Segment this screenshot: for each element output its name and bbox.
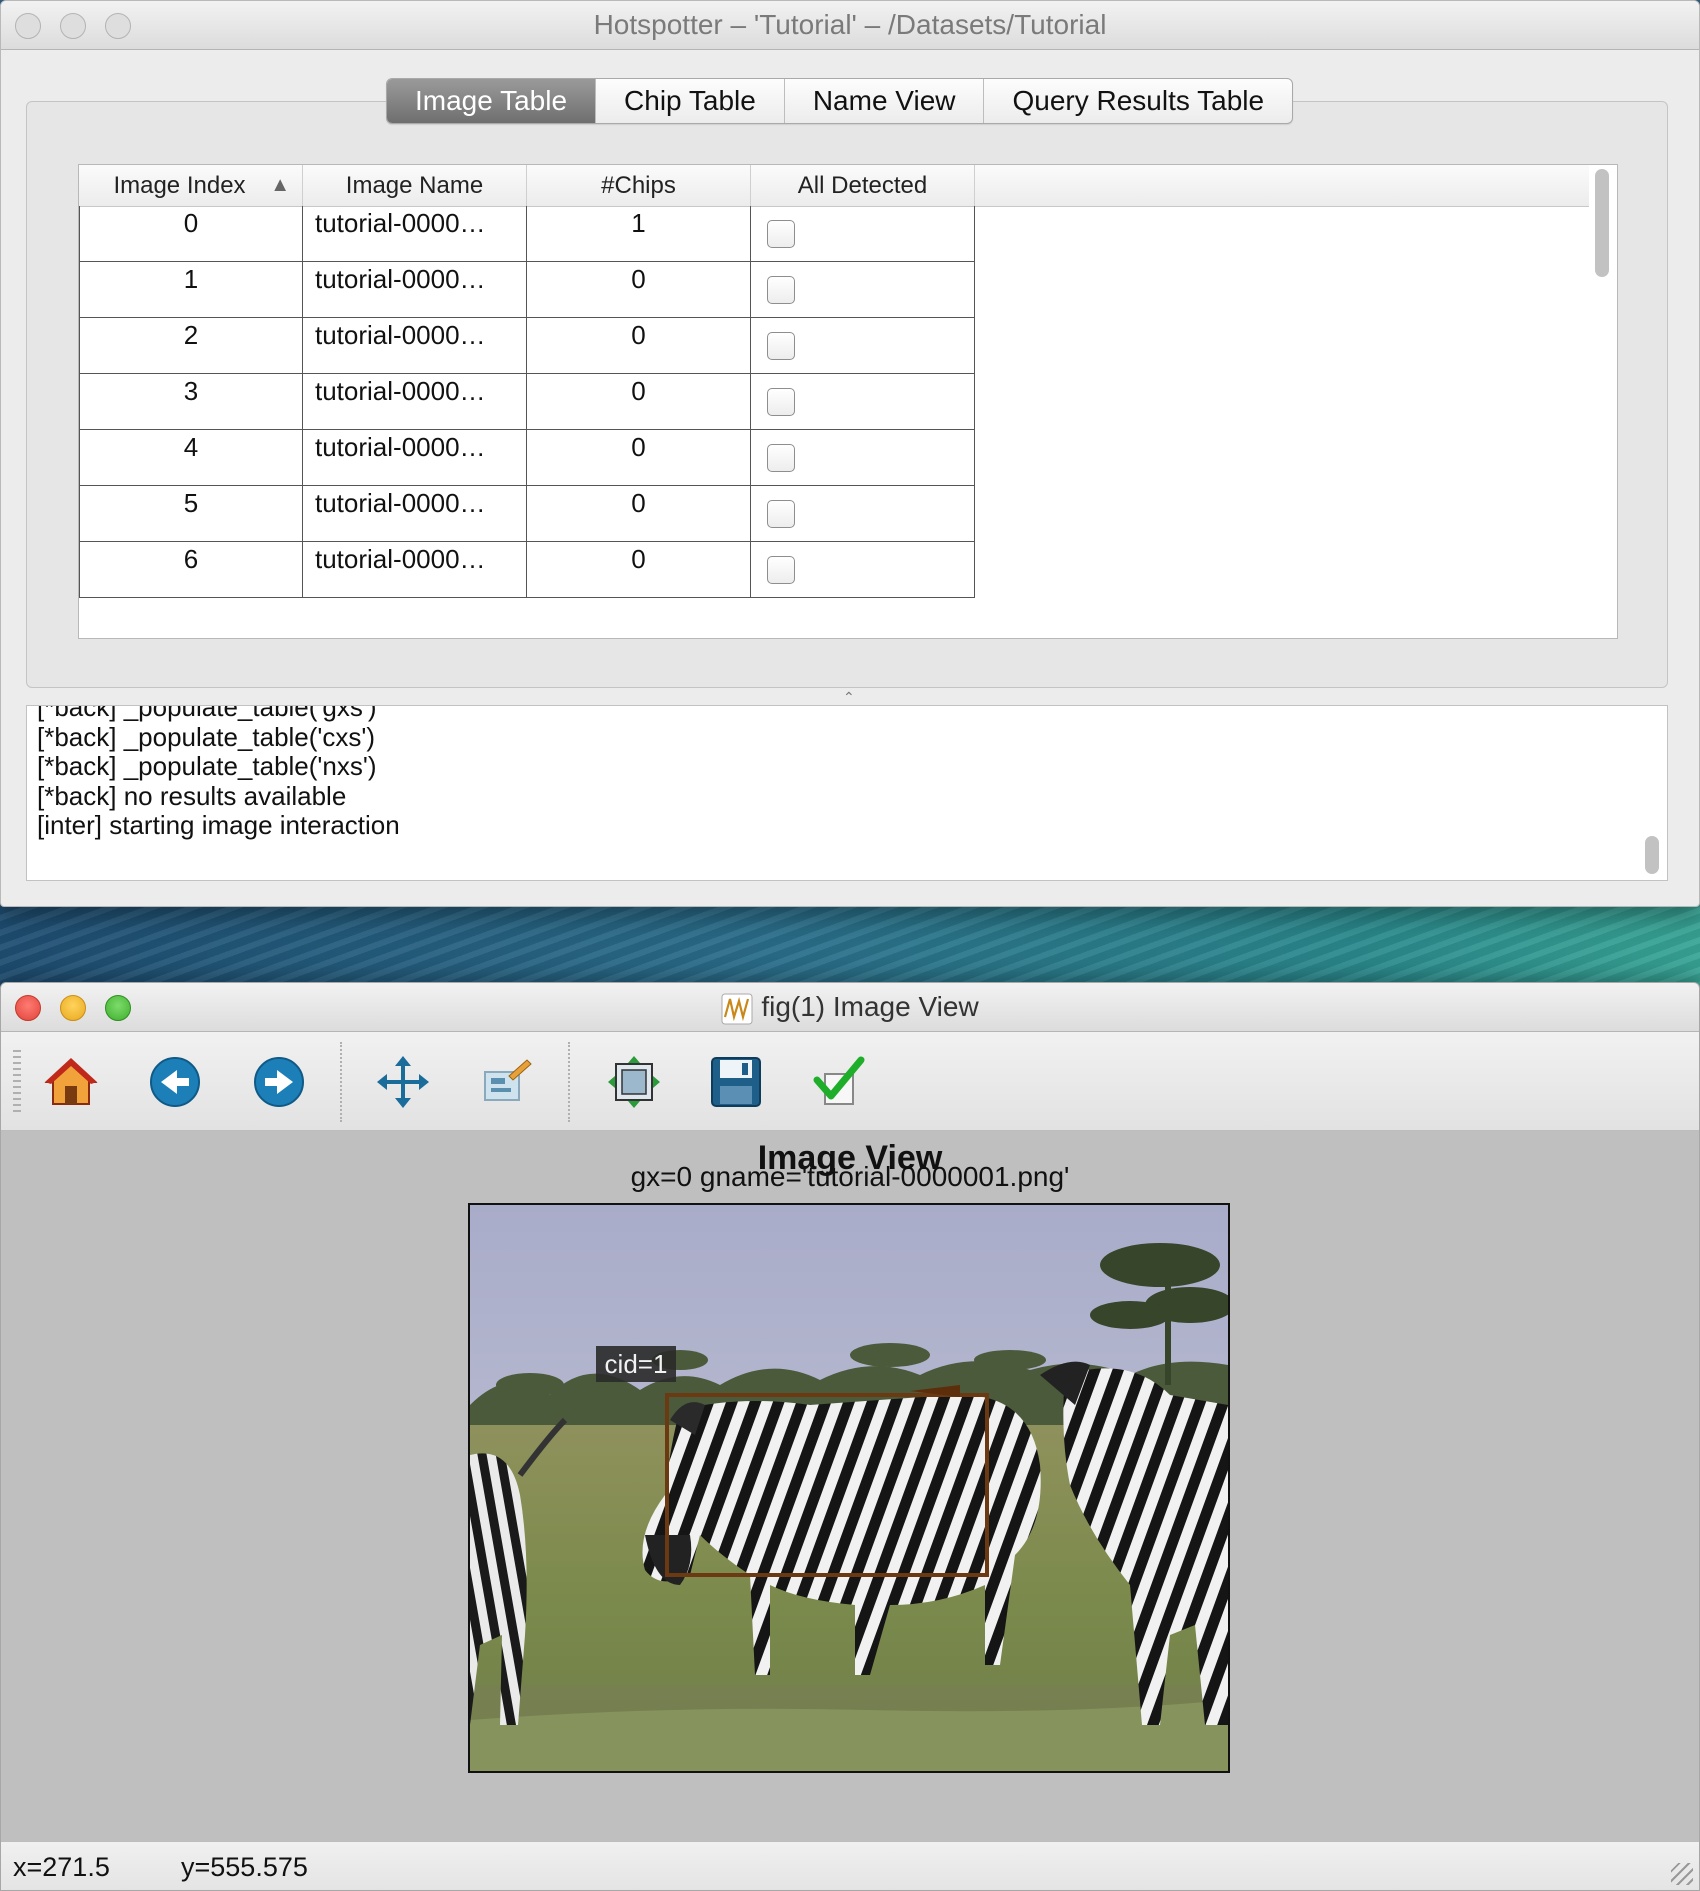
forward-icon[interactable] xyxy=(251,1054,307,1110)
cell-chip-count[interactable]: 0 xyxy=(527,542,751,598)
cell-image-index[interactable]: 0 xyxy=(79,206,303,262)
cell-chip-count[interactable]: 0 xyxy=(527,430,751,486)
all-detected-checkbox[interactable] xyxy=(767,500,795,528)
cell-chip-count[interactable]: 0 xyxy=(527,262,751,318)
console-line: [*back] _populate_table('cxs') xyxy=(37,721,376,752)
log-console[interactable]: [*back] _populate_table('gxs') [*back] _p… xyxy=(26,705,1668,881)
save-icon[interactable] xyxy=(708,1054,764,1110)
plot-title: Image View xyxy=(757,1139,943,1177)
matplotlib-icon xyxy=(721,993,753,1025)
console-line: [inter] starting image interaction xyxy=(37,810,400,840)
splitter-handle[interactable]: ⌃ xyxy=(843,689,855,706)
all-detected-checkbox[interactable] xyxy=(767,556,795,584)
navigation-toolbar xyxy=(1,1032,1699,1131)
cell-image-index[interactable]: 4 xyxy=(79,430,303,486)
cell-all-detected[interactable] xyxy=(751,486,975,542)
tab-query-results-table[interactable]: Query Results Table xyxy=(984,79,1292,123)
cell-chip-count[interactable]: 0 xyxy=(527,374,751,430)
cell-image-index[interactable]: 1 xyxy=(79,262,303,318)
tab-image-table[interactable]: Image Table xyxy=(387,79,597,123)
all-detected-checkbox[interactable] xyxy=(767,332,795,360)
back-icon[interactable] xyxy=(147,1054,203,1110)
zebra-photo: cid=1 xyxy=(470,1205,1228,1771)
cell-all-detected[interactable] xyxy=(751,374,975,430)
cell-all-detected[interactable] xyxy=(751,542,975,598)
cell-image-name[interactable]: tutorial-0000… xyxy=(303,430,527,486)
resize-grip[interactable] xyxy=(1671,1863,1693,1885)
cell-chip-count[interactable]: 1 xyxy=(527,206,751,262)
cell-image-index[interactable]: 3 xyxy=(79,374,303,430)
figure-window-title: fig(1) Image View xyxy=(1,983,1699,1031)
sort-ascending-icon: ▲ xyxy=(270,174,290,196)
column-header-label: Image Index xyxy=(113,172,246,199)
cell-chip-count[interactable]: 0 xyxy=(527,318,751,374)
pan-icon[interactable] xyxy=(375,1054,431,1110)
toolbar-separator xyxy=(340,1042,342,1122)
figure-title-label: fig(1) Image View xyxy=(761,991,979,1022)
cell-image-name[interactable]: tutorial-0000… xyxy=(303,374,527,430)
console-text: [*back] _populate_table('gxs') [*back] _p… xyxy=(27,705,400,841)
cursor-x-readout: x=271.5 xyxy=(13,1852,110,1882)
image-table[interactable]: Image Index ▲ Image Name #Chips All Dete… xyxy=(78,164,1618,639)
column-header-chips[interactable]: #Chips xyxy=(527,165,751,206)
main-titlebar[interactable]: Hotspotter – 'Tutorial' – /Datasets/Tuto… xyxy=(1,1,1699,50)
toolbar-grip[interactable] xyxy=(13,1050,21,1112)
all-detected-checkbox[interactable] xyxy=(767,388,795,416)
cell-chip-count[interactable]: 0 xyxy=(527,486,751,542)
cell-image-name[interactable]: tutorial-0000… xyxy=(303,206,527,262)
hotspotter-main-window: Hotspotter – 'Tutorial' – /Datasets/Tuto… xyxy=(0,0,1700,907)
zebra-image[interactable]: cid=1 xyxy=(468,1203,1230,1773)
edit-icon[interactable] xyxy=(811,1054,867,1110)
table-scrollbar-thumb[interactable] xyxy=(1595,169,1609,277)
toolbar-separator xyxy=(568,1042,570,1122)
cell-all-detected[interactable] xyxy=(751,262,975,318)
console-scrollbar-thumb[interactable] xyxy=(1645,836,1659,874)
home-icon[interactable] xyxy=(43,1054,99,1110)
cell-image-name[interactable]: tutorial-0000… xyxy=(303,262,527,318)
column-header-image-index[interactable]: Image Index ▲ xyxy=(79,165,303,206)
cursor-y-readout: y=555.575 xyxy=(181,1852,308,1882)
all-detected-checkbox[interactable] xyxy=(767,220,795,248)
console-line: [*back] no results available xyxy=(37,780,347,811)
figure-canvas[interactable]: gx=0 gname='tutorial-0000001.png' Image … xyxy=(1,1131,1699,1821)
tab-chip-table[interactable]: Chip Table xyxy=(596,79,785,123)
tab-bar: Image Table Chip Table Name View Query R… xyxy=(386,78,1294,124)
chip-label: cid=1 xyxy=(605,1349,668,1379)
console-line: [*back] _populate_table('gxs') xyxy=(37,705,377,722)
table-row[interactable]: 6 tutorial-0000… 0 xyxy=(79,542,979,609)
cell-image-index[interactable]: 2 xyxy=(79,318,303,374)
figure-statusbar: x=271.5 y=555.575 xyxy=(1,1841,1699,1890)
table-scrollbar[interactable] xyxy=(1595,169,1609,629)
figure-titlebar[interactable]: fig(1) Image View xyxy=(1,983,1699,1032)
cell-image-name[interactable]: tutorial-0000… xyxy=(303,542,527,598)
console-line: [*back] _populate_table('nxs') xyxy=(37,751,377,781)
cell-all-detected[interactable] xyxy=(751,430,975,486)
cell-all-detected[interactable] xyxy=(751,206,975,262)
table-header: Image Index ▲ Image Name #Chips All Dete… xyxy=(79,165,1589,207)
cell-image-index[interactable]: 6 xyxy=(79,542,303,598)
zoom-icon[interactable] xyxy=(479,1054,535,1110)
window-title: Hotspotter – 'Tutorial' – /Datasets/Tuto… xyxy=(593,9,1107,40)
cell-image-index[interactable]: 5 xyxy=(79,486,303,542)
column-header-image-name[interactable]: Image Name xyxy=(303,165,527,206)
all-detected-checkbox[interactable] xyxy=(767,276,795,304)
cell-image-name[interactable]: tutorial-0000… xyxy=(303,486,527,542)
cell-all-detected[interactable] xyxy=(751,318,975,374)
figure-window: fig(1) Image View gx=0 gname='tutorial-0… xyxy=(0,982,1700,1891)
all-detected-checkbox[interactable] xyxy=(767,444,795,472)
column-header-all-detected[interactable]: All Detected xyxy=(751,165,975,206)
configure-subplots-icon[interactable] xyxy=(606,1054,662,1110)
cell-image-name[interactable]: tutorial-0000… xyxy=(303,318,527,374)
tab-name-view[interactable]: Name View xyxy=(785,79,985,123)
